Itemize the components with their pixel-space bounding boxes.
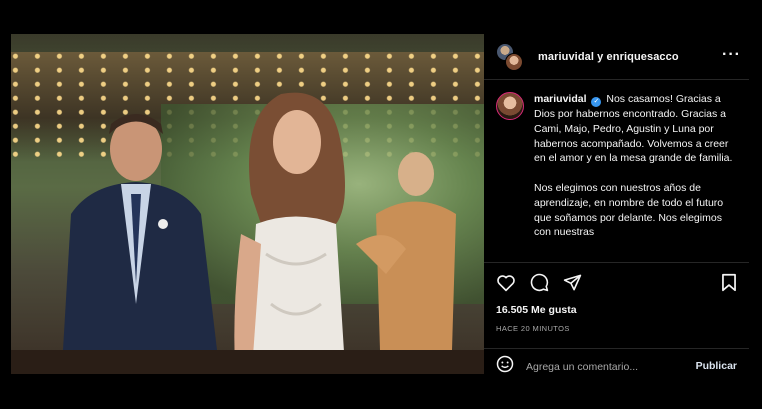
- statue-figure: [356, 152, 456, 374]
- caption-username[interactable]: mariuvidal: [534, 93, 587, 105]
- post-side-panel: mariuvidal y enriquesacco ··· mariuvidal…: [484, 34, 749, 384]
- post-actions: [484, 262, 749, 302]
- post-caption: mariuvidal ✓ Nos casamos! Gracias a Dios…: [484, 80, 749, 258]
- post-timestamp[interactable]: HACE 20 MINUTOS: [496, 324, 570, 333]
- avatar: [505, 52, 523, 71]
- publish-button[interactable]: Publicar: [696, 360, 737, 372]
- like-count[interactable]: 16.505 Me gusta: [496, 304, 577, 316]
- comment-bubble-icon[interactable]: [530, 273, 549, 292]
- altar-table: [11, 350, 484, 374]
- collab-avatars[interactable]: [496, 42, 524, 71]
- like-heart-icon[interactable]: [496, 274, 516, 292]
- comment-input[interactable]: [526, 360, 686, 373]
- post-header: mariuvidal y enriquesacco ···: [484, 34, 749, 80]
- verified-badge-icon: ✓: [591, 97, 602, 107]
- groom-figure: [61, 114, 220, 374]
- avatar[interactable]: [496, 92, 524, 120]
- comment-bar: Publicar: [484, 348, 749, 384]
- more-horizontal-icon[interactable]: ···: [722, 46, 741, 64]
- caption-text: Nos elegimos con nuestros años de aprend…: [534, 181, 724, 239]
- emoji-icon[interactable]: [496, 355, 514, 378]
- post-authors[interactable]: mariuvidal y enriquesacco: [538, 51, 679, 63]
- post-photo[interactable]: [11, 34, 484, 374]
- share-paper-plane-icon[interactable]: [563, 273, 582, 292]
- bookmark-save-icon[interactable]: [721, 273, 737, 297]
